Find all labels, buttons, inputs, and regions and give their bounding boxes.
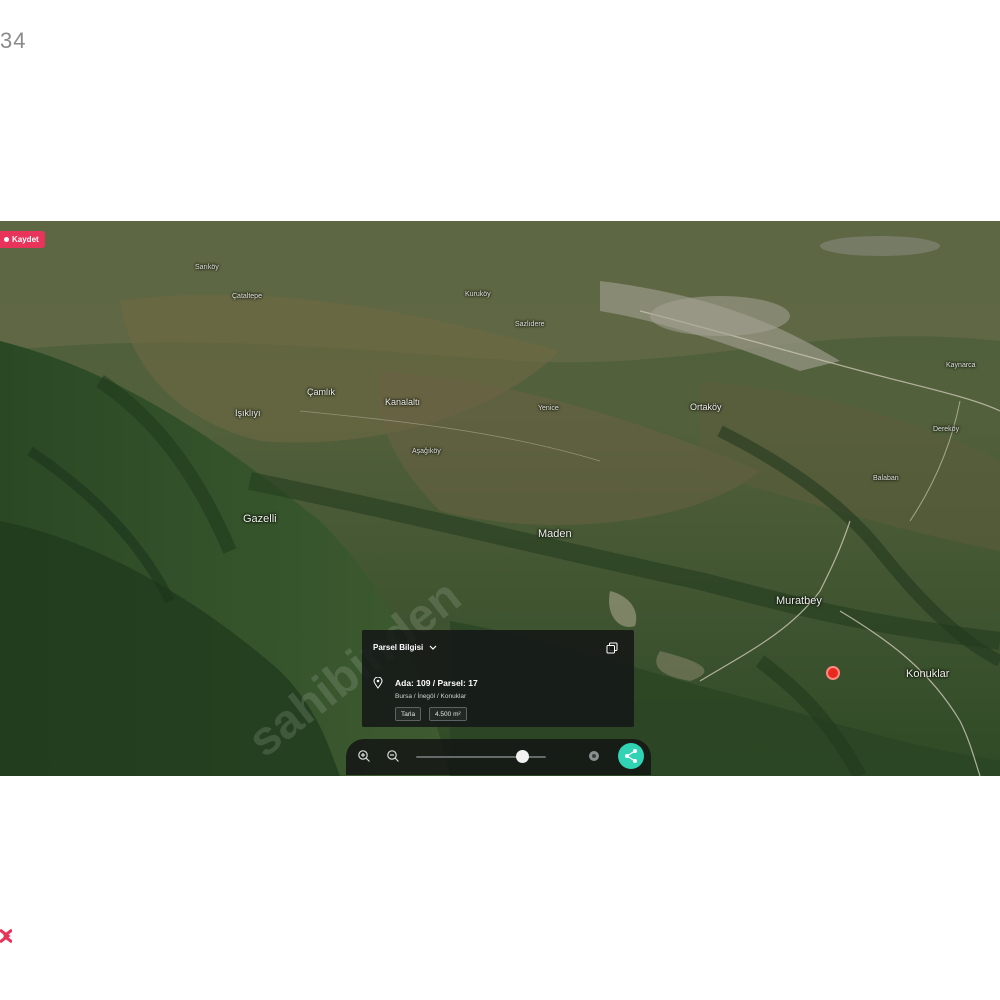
map-view[interactable]: Kaydet Gazelli Maden Muratbey Konuklar I… xyxy=(0,221,1000,776)
place-label: Gazelli xyxy=(243,513,277,525)
zoom-in-icon[interactable] xyxy=(357,749,371,763)
place-label: Sazlıdere xyxy=(515,321,545,328)
parcel-location-marker[interactable] xyxy=(826,666,840,680)
place-label: Balaban xyxy=(873,475,899,482)
place-label: Yenice xyxy=(538,405,559,412)
place-label: Konuklar xyxy=(906,668,950,680)
corner-number: 34 xyxy=(0,28,27,53)
share-icon xyxy=(625,749,637,763)
parcel-location-text: Bursa / İnegöl / Konuklar xyxy=(395,693,467,700)
place-label: Dereköy xyxy=(933,426,960,433)
place-label: Kaynarca xyxy=(946,362,976,369)
place-label: Kanalaltı xyxy=(385,397,421,407)
parcel-type-chip: Tarla xyxy=(395,707,422,721)
record-badge[interactable]: Kaydet xyxy=(0,231,45,248)
map-controls-bar xyxy=(346,739,651,775)
zoom-slider-thumb[interactable] xyxy=(516,750,530,763)
place-label: Çamlık xyxy=(307,387,336,397)
place-label: Maden xyxy=(538,528,572,540)
parcel-area-chip: 4.500 m² xyxy=(429,707,467,721)
record-badge-label: Kaydet xyxy=(12,235,39,244)
share-button[interactable] xyxy=(618,743,644,769)
place-label: Sarıköy xyxy=(195,264,219,271)
logo-fragment-icon xyxy=(0,928,12,944)
place-label: Ortaköy xyxy=(690,402,722,412)
place-label: Işıklıyı xyxy=(235,408,261,418)
record-dot-icon xyxy=(4,237,9,242)
parcel-info-panel: Parsel Bilgisi Ada: 109 / Parsel: 17 Bur… xyxy=(362,630,634,727)
zoom-out-icon[interactable] xyxy=(386,749,400,763)
chevron-down-icon xyxy=(429,645,437,650)
parcel-title: Ada: 109 / Parsel: 17 xyxy=(395,678,478,688)
parcel-panel-header[interactable]: Parsel Bilgisi xyxy=(373,643,437,652)
location-pin-icon xyxy=(373,677,383,689)
parcel-panel-header-label: Parsel Bilgisi xyxy=(373,643,424,652)
place-label: Aşağıköy xyxy=(412,448,441,455)
copy-icon[interactable] xyxy=(606,642,618,654)
place-label: Çataltepe xyxy=(232,293,262,300)
settings-icon[interactable] xyxy=(587,749,601,763)
place-label: Muratbey xyxy=(776,595,822,607)
place-label: Kuruköy xyxy=(465,291,491,298)
